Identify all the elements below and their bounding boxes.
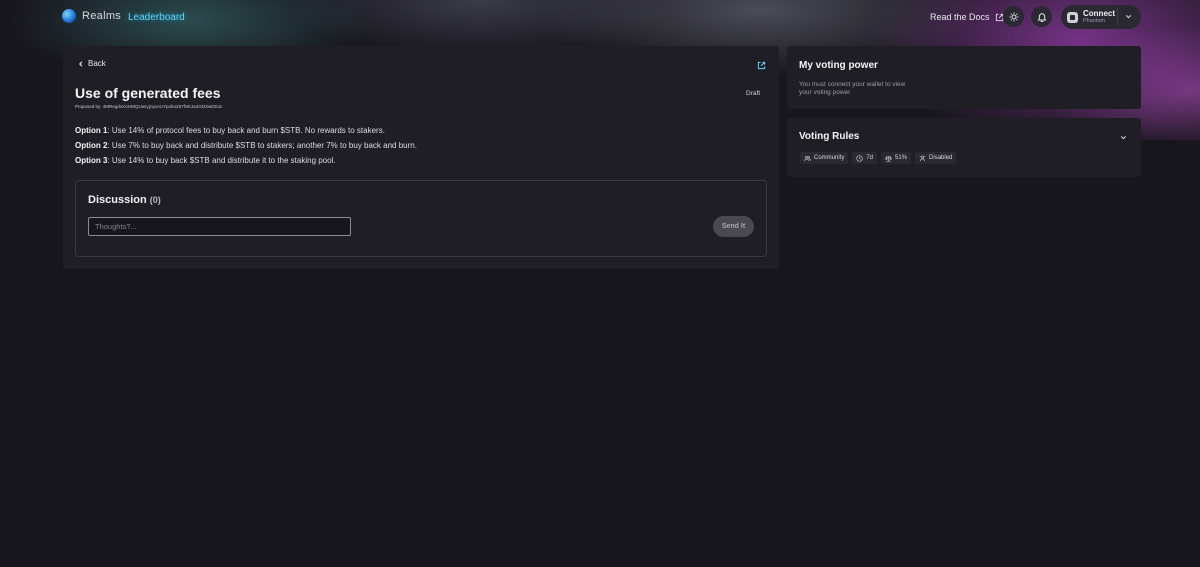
users-icon <box>804 155 811 161</box>
option-item: Option 1: Use 14% of protocol fees to bu… <box>75 126 417 141</box>
option-label: Option 2 <box>75 141 108 150</box>
voting-rules-card[interactable]: Voting Rules Community 7d 51% Disabled <box>787 118 1141 177</box>
comment-input[interactable] <box>88 217 351 236</box>
bell-icon <box>1036 12 1047 22</box>
proposal-card: Back Use of generated fees Proposed by: … <box>63 46 779 269</box>
read-docs-label: Read the Docs <box>930 12 990 22</box>
option-text: : Use 7% to buy back and distribute $STB… <box>107 141 417 150</box>
discussion-panel: Discussion (0) Send It <box>75 180 767 257</box>
nav-leaderboard[interactable]: Leaderboard <box>128 12 185 23</box>
voting-power-card: My voting power You must connect your wa… <box>787 46 1141 109</box>
scale-icon <box>885 155 892 161</box>
council-icon <box>919 155 926 161</box>
rule-chip-community: Community <box>800 152 849 164</box>
logo-text: Realms <box>82 10 122 22</box>
send-comment-button[interactable]: Send It <box>713 216 754 237</box>
voting-power-title: My voting power <box>799 60 878 71</box>
voting-power-message: You must connect your wallet to view you… <box>799 81 906 96</box>
rule-chip-label: 7d <box>866 155 874 161</box>
connect-wallet-provider: Phantom <box>1083 18 1106 25</box>
external-link-icon[interactable] <box>757 61 766 70</box>
back-button[interactable]: Back <box>78 59 106 68</box>
voting-rules-title: Voting Rules <box>799 131 860 142</box>
wallet-icon <box>1067 11 1078 23</box>
status-badge: Draft <box>746 90 761 97</box>
rule-chip-threshold: 51% <box>881 152 912 164</box>
option-label: Option 1 <box>75 126 108 135</box>
notifications-button[interactable] <box>1031 6 1052 27</box>
rule-chip-label: Disabled <box>929 155 953 161</box>
connect-wallet-button[interactable]: Connect Phantom <box>1061 5 1141 29</box>
rule-chip-veto: Disabled <box>915 152 957 164</box>
option-label: Option 3 <box>75 156 108 165</box>
clock-icon <box>856 154 863 162</box>
chevron-down-icon[interactable] <box>1119 133 1128 142</box>
sun-icon <box>1009 12 1018 21</box>
discussion-title-text: Discussion <box>88 194 147 206</box>
theme-toggle-button[interactable] <box>1003 6 1024 27</box>
option-text: : Use 14% to buy back $STB and distribut… <box>107 156 336 165</box>
chevron-down-icon[interactable] <box>1124 12 1133 21</box>
rule-chip-label: Community <box>814 155 845 161</box>
chevron-left-icon <box>79 60 83 67</box>
proposal-options: Option 1: Use 14% of protocol fees to bu… <box>75 126 417 171</box>
connect-divider <box>1117 8 1118 26</box>
proposed-by: Proposed by: 4MRegdxXAHMQUwryjzqoAUYpoho… <box>75 104 223 109</box>
option-text: : Use 14% of protocol fees to buy back a… <box>107 126 385 135</box>
back-label: Back <box>88 59 106 68</box>
voting-rules-chips: Community 7d 51% Disabled <box>800 152 957 164</box>
rule-chip-duration: 7d <box>852 152 878 164</box>
logo[interactable]: Realms <box>62 9 121 23</box>
connect-label: Connect <box>1083 8 1115 18</box>
proposal-title: Use of generated fees <box>75 85 221 101</box>
top-bar: Realms Leaderboard Read the Docs Connect… <box>0 0 1200 36</box>
read-docs-link[interactable]: Read the Docs <box>930 12 1004 22</box>
option-item: Option 2: Use 7% to buy back and distrib… <box>75 141 417 156</box>
discussion-count: (0) <box>149 195 161 205</box>
rule-chip-label: 51% <box>895 155 908 161</box>
option-item: Option 3: Use 14% to buy back $STB and d… <box>75 156 417 171</box>
discussion-title: Discussion (0) <box>88 194 161 206</box>
realms-logo-icon <box>62 9 76 23</box>
